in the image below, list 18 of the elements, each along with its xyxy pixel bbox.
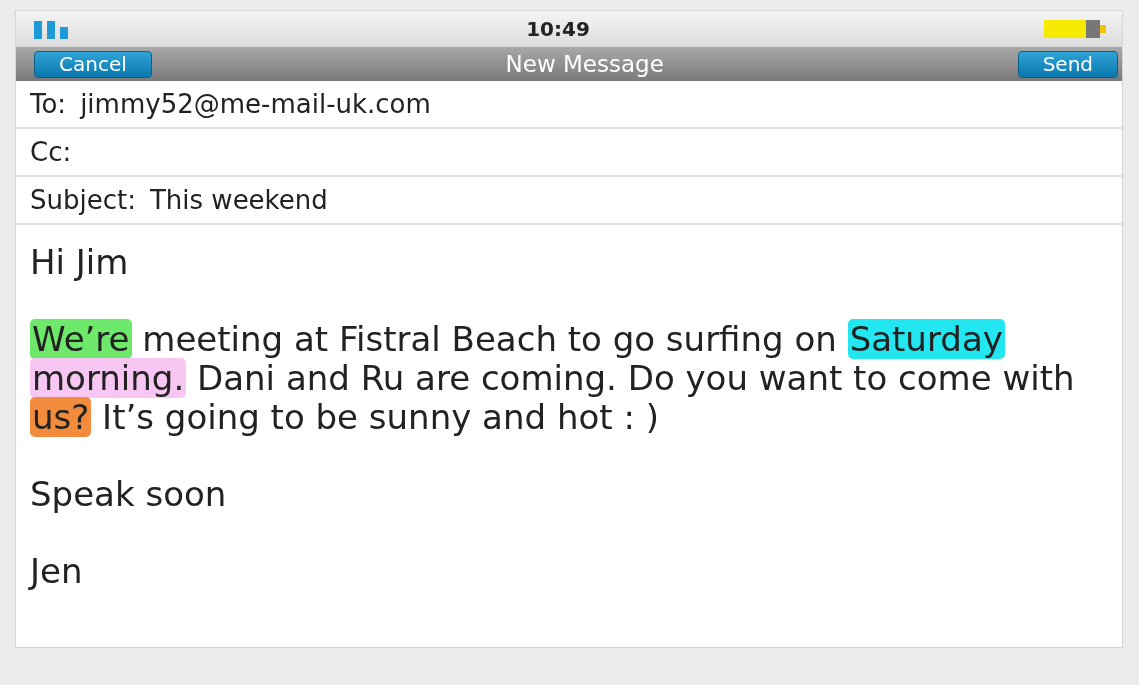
screen-title: New Message [505,51,664,78]
field-label: Cc: [30,137,72,168]
cancel-button[interactable]: Cancel [34,50,152,78]
clock-time: 10:49 [526,16,590,41]
send-button[interactable]: Send [1017,50,1118,78]
field-label: Subject: [30,185,136,216]
message-text: We’re meeting at Fistral Beach to go surfing on Saturday morning. Dani and Ru are coming. Do you want to come with us? It’s going to be sunny and hot : ) [30,320,1076,437]
highlight: morning. [30,358,187,398]
field-value[interactable]: jimmy52@me-mail-uk.com [80,89,431,120]
highlight: Saturday [847,319,1005,359]
field-label: To: [30,89,67,120]
message-text: Jen [30,552,84,591]
message-text: Hi Jim [30,243,130,282]
highlight: us? [30,397,92,437]
battery-icon [1044,18,1106,39]
highlight: We’re [30,319,132,359]
field-value[interactable]: This weekend [149,185,328,216]
message-text: Speak soon [30,475,228,514]
